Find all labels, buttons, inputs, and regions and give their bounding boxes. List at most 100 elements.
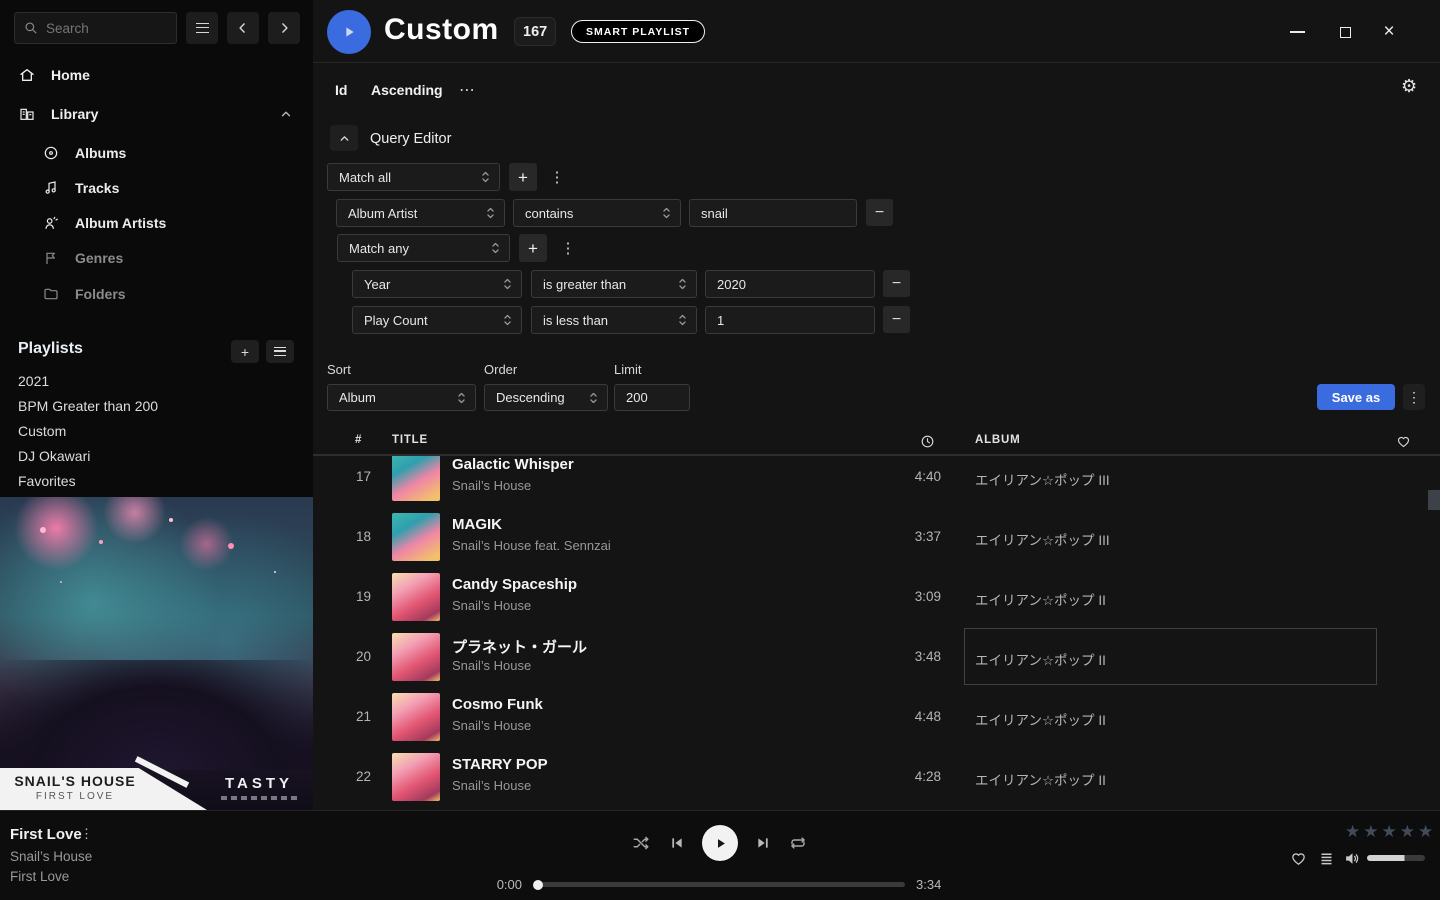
collapse-library-icon[interactable] [279,107,293,126]
track-album: エイリアン☆ポップ II [975,769,1106,789]
previous-track-button[interactable] [667,834,687,852]
sort-direction-button[interactable]: Ascending [371,78,443,102]
track-row[interactable]: 17 Galactic Whisper Snail’s House 4:40 エ… [313,456,1440,507]
sort-select[interactable]: Album [327,384,476,411]
remove-rule2-button[interactable]: − [883,270,910,297]
column-header-album[interactable]: ALBUM [975,434,1021,446]
add-rule-button-1[interactable]: + [509,163,537,191]
playlist-item[interactable]: DJ Okawari [18,444,278,468]
playlist-item[interactable]: Favorites [18,469,278,493]
track-album: エイリアン☆ポップ III [975,529,1110,549]
playlist-item[interactable]: BPM Greater than 200 [18,394,278,418]
settings-gear-icon[interactable]: ⚙ [1401,76,1417,97]
query-editor-title: Query Editor [370,131,451,147]
play-pause-button[interactable] [702,825,738,861]
now-playing-menu-button[interactable]: ⋮ [80,826,93,842]
shuffle-button[interactable] [629,832,653,854]
track-number: 17 [341,469,371,484]
remove-rule1-button[interactable]: − [866,199,893,226]
sort-label: Sort [327,362,351,377]
track-album: エイリアン☆ポップ II [975,589,1106,609]
track-artist: Snail’s House [452,478,531,493]
seek-bar[interactable] [535,882,905,887]
sidebar-item-genres[interactable]: Genres [0,243,313,273]
sidebar-item-album-artists[interactable]: Album Artists [0,208,313,238]
playlist-item[interactable]: 2021 [18,369,278,393]
close-button[interactable]: × [1372,12,1406,52]
add-playlist-button[interactable]: + [231,340,259,363]
scrollbar-thumb[interactable] [1428,490,1440,510]
rule2-operator-select[interactable]: is greater than [531,270,697,298]
group-menu-button-1[interactable]: ⋮ [549,163,565,191]
track-row[interactable]: 22 STARRY POP Snail’s House 4:28 エイリアン☆ポ… [313,747,1440,807]
save-as-button[interactable]: Save as [1317,384,1395,410]
heart-icon [1290,850,1307,867]
next-track-button[interactable] [753,834,773,852]
table-header: # TITLE ALBUM [313,427,1440,456]
track-duration: 4:28 [853,769,941,784]
sidebar-item-tracks[interactable]: Tracks [0,173,313,203]
nav-forward-button[interactable] [268,12,300,44]
group-menu-button-2[interactable]: ⋮ [560,234,576,262]
volume-slider[interactable] [1367,855,1425,861]
track-count-badge: 167 [514,17,556,46]
select-value: Year [364,277,390,292]
chevron-up-icon [338,132,351,145]
track-title: プラネット・ガール [452,636,587,657]
toolbar-more-button[interactable]: ⋯ [459,78,476,102]
track-row[interactable]: 20 プラネット・ガール Snail’s House 3:48 エイリアン☆ポッ… [313,627,1440,687]
favorite-button[interactable] [1288,849,1308,867]
sidebar-item-albums[interactable]: Albums [0,138,313,168]
limit-label: Limit [614,362,641,377]
rule2-value-input[interactable] [705,270,875,298]
rule2-field-select[interactable]: Year [352,270,522,298]
remove-rule3-button[interactable]: − [883,306,910,333]
track-row[interactable]: 21 Cosmo Funk Snail’s House 4:48 エイリアン☆ポ… [313,687,1440,747]
artwork-banner: SNAIL'S HOUSE FIRST LOVE [0,768,207,810]
order-select[interactable]: Descending [484,384,608,411]
rule3-value-input[interactable] [705,306,875,334]
limit-input[interactable] [614,384,690,411]
minimize-button[interactable] [1280,12,1314,52]
sidebar-item-home[interactable]: Home [0,60,313,90]
seek-handle[interactable] [533,880,543,890]
queue-button[interactable] [1316,849,1336,867]
play-playlist-button[interactable] [327,10,371,54]
search-box[interactable] [14,12,177,44]
rule1-operator-select[interactable]: contains [513,199,681,227]
track-album: エイリアン☆ポップ II [975,709,1106,729]
nav-back-button[interactable] [227,12,259,44]
select-updown-icon [503,277,512,291]
track-row[interactable]: 18 MAGIK Snail’s House feat. Sennzai 3:3… [313,507,1440,567]
add-rule-button-2[interactable]: + [519,234,547,262]
track-row[interactable]: 19 Candy Spaceship Snail’s House 3:09 エイ… [313,567,1440,627]
search-input[interactable] [46,21,167,36]
match-mode-select-1[interactable]: Match all [327,163,500,191]
column-header-title[interactable]: TITLE [392,434,428,446]
sidebar-item-label: Genres [75,250,123,266]
repeat-button[interactable] [786,832,810,854]
match-mode-select-2[interactable]: Match any [337,234,510,262]
maximize-button[interactable] [1328,12,1362,52]
sidebar-item-library[interactable]: Library [0,99,313,129]
playlist-item[interactable]: Custom [18,419,278,443]
column-header-favorite[interactable] [1396,434,1411,452]
header-divider [313,62,1440,63]
volume-button[interactable] [1341,848,1363,868]
disc-icon [42,145,60,161]
now-playing-artwork[interactable]: SNAIL'S HOUSE FIRST LOVE TASTY [0,497,313,810]
rule3-operator-select[interactable]: is less than [531,306,697,334]
rule1-field-select[interactable]: Album Artist [336,199,505,227]
rule3-field-select[interactable]: Play Count [352,306,522,334]
column-header-duration clock-icon[interactable] [920,434,935,452]
sidebar-item-folders[interactable]: Folders [0,279,313,309]
save-menu-button[interactable]: ⋮ [1403,384,1425,410]
rating-stars[interactable]: ★★★★★ [1345,822,1436,842]
collapse-query-editor-button[interactable] [330,125,358,151]
column-header-index[interactable]: # [355,434,362,446]
rule1-value-input[interactable] [689,199,857,227]
playlist-list-button[interactable] [266,340,294,363]
select-value: Descending [496,390,565,405]
menu-button[interactable] [186,12,218,44]
sort-field-button[interactable]: Id [335,78,347,102]
